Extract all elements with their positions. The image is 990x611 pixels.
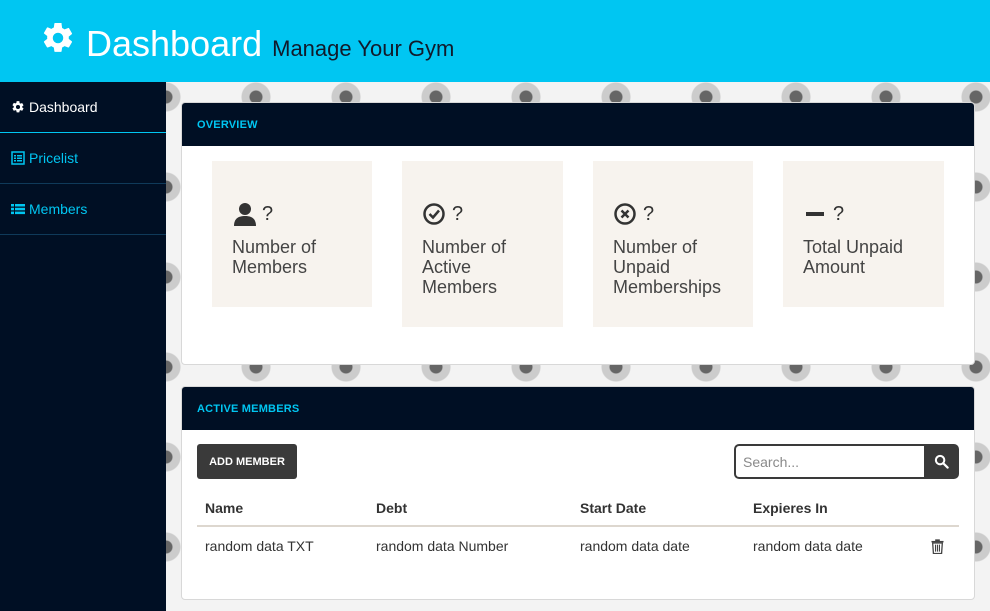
column-header-name: Name	[205, 500, 244, 516]
gear-icon	[11, 100, 25, 114]
stat-card-unpaid-memberships: ? Number of Unpaid Memberships	[593, 161, 753, 327]
page-title: Dashboard	[86, 23, 263, 64]
stat-value: ?	[643, 202, 655, 225]
stat-card-active-members: ? Number of Active Members	[402, 161, 563, 327]
column-header-expires-in: Expieres In	[753, 500, 828, 516]
search-group	[734, 444, 959, 479]
list-alt-icon	[11, 151, 25, 165]
table-header: Name Debt Start Date Expieres In	[197, 491, 959, 527]
overview-panel: OVERVIEW ? Number of Members ? Number of…	[181, 102, 975, 365]
table-row: random data TXT random data Number rando…	[197, 527, 959, 565]
sidebar-item-members[interactable]: Members	[0, 184, 166, 235]
minus-icon	[806, 212, 824, 216]
stat-value: ?	[452, 202, 464, 225]
stat-value: ?	[262, 202, 274, 225]
sidebar-item-label: Pricelist	[29, 150, 79, 166]
stat-card-members: ? Number of Members	[212, 161, 372, 307]
members-table: Name Debt Start Date Expieres In random …	[197, 491, 959, 565]
list-icon	[11, 202, 25, 216]
stat-label: Number of Members	[232, 237, 317, 277]
cell-name: random data TXT	[205, 538, 314, 554]
sidebar-item-label: Dashboard	[29, 99, 98, 115]
add-member-button[interactable]: ADD MEMBER	[197, 444, 297, 479]
cell-start-date: random data date	[580, 538, 690, 554]
sidebar-item-label: Members	[29, 201, 88, 217]
sidebar-item-pricelist[interactable]: Pricelist	[0, 133, 166, 184]
overview-heading: OVERVIEW	[182, 103, 974, 146]
top-header: Dashboard Manage Your Gym	[0, 0, 990, 82]
trash-icon	[930, 538, 944, 554]
x-circle-icon	[614, 203, 636, 225]
sidebar-item-dashboard[interactable]: Dashboard	[0, 82, 166, 133]
main-content: OVERVIEW ? Number of Members ? Number of…	[166, 82, 990, 611]
column-header-debt: Debt	[376, 500, 408, 516]
search-input[interactable]	[734, 444, 924, 479]
search-icon	[934, 454, 949, 469]
stat-card-total-unpaid: ? Total Unpaid Amount	[783, 161, 944, 307]
column-header-start-date: Start Date	[580, 500, 647, 516]
sidebar: Dashboard Pricelist Members	[0, 82, 166, 611]
stat-label: Number of Active Members	[422, 237, 507, 297]
gear-icon	[43, 22, 73, 52]
stat-value: ?	[833, 202, 845, 225]
delete-button[interactable]	[930, 538, 944, 554]
stat-label: Total Unpaid Amount	[803, 237, 904, 277]
page-subtitle: Manage Your Gym	[272, 36, 455, 61]
active-members-panel: ACTIVE MEMBERS ADD MEMBER Name Debt Star…	[181, 386, 975, 600]
stat-label: Number of Unpaid Memberships	[613, 237, 722, 297]
user-icon	[234, 203, 256, 226]
cell-debt: random data Number	[376, 538, 509, 554]
check-circle-icon	[423, 203, 445, 225]
active-members-heading: ACTIVE MEMBERS	[182, 387, 974, 430]
search-button[interactable]	[924, 444, 959, 479]
cell-expires-in: random data date	[753, 538, 863, 554]
